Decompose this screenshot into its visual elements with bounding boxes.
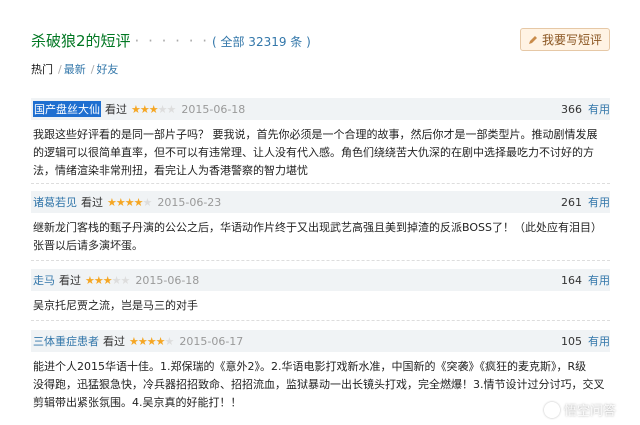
- review-line: 吴京托尼贾之流，岂是马三的对手: [33, 299, 198, 312]
- review-line: 能进个人2015华语十佳。1.郑保瑞的《意外2》。2.华语电影打戏新水准，中国新…: [33, 360, 587, 373]
- review-text: 能进个人2015华语十佳。1.郑保瑞的《意外2》。2.华语电影打戏新水准，中国新…: [31, 352, 610, 412]
- star-empty-icon: ★: [111, 273, 122, 287]
- title-dots: · · · · · ·: [134, 32, 209, 50]
- star-empty-icon: ★: [157, 102, 168, 116]
- useful-button[interactable]: 有用: [588, 194, 610, 210]
- star-filled-icon: ★: [115, 195, 126, 209]
- star-filled-icon: ★: [133, 195, 144, 209]
- review-seen-label: 看过: [81, 196, 103, 209]
- review-text: 我跟这些好评看的是同一部片子吗？ 要我说，首先你必须是一个合理的故事，然后你才是…: [31, 120, 610, 180]
- rating-stars: ★★★★★: [129, 334, 175, 348]
- review-line: 继新龙门客栈的甄子丹演的公公之后，华语动作片终于又出现武艺高强且美到掉渣的反派B…: [33, 221, 602, 234]
- review-date: 2015-06-23: [157, 195, 222, 209]
- star-empty-icon: ★: [166, 102, 177, 116]
- tab-friends[interactable]: 好友: [96, 63, 118, 76]
- star-empty-icon: ★: [120, 273, 131, 287]
- review-header: 三体重症患者 看过 ★★★★★ 2015-06-17 105 有用: [31, 330, 610, 352]
- useful-vote: 366 有用: [561, 101, 610, 117]
- title-text[interactable]: 杀破狼2的短评: [31, 32, 131, 50]
- reviews-header: 杀破狼2的短评 · · · · · ·( 全部 32319 条 ) 我要写短评: [31, 26, 610, 56]
- divider: [31, 320, 610, 321]
- review-line: 的逻辑可以很简单直率，但不可以有违常理、让人没有代入感。角色们绕绕苦大仇深的在剧…: [33, 146, 594, 159]
- review-line: 剪辑带出紧张氛围。4.吴京真的好能打！！: [33, 396, 242, 409]
- review-header: 诸葛若见 看过 ★★★★★ 2015-06-23 261 有用: [31, 191, 610, 213]
- watermark: 悟空问答: [543, 400, 616, 419]
- star-filled-icon: ★: [124, 195, 135, 209]
- sort-tabs: 热门 / 最新 / 好友: [31, 61, 120, 77]
- review-seen-label: 看过: [103, 335, 125, 348]
- section-title: 杀破狼2的短评 · · · · · ·( 全部 32319 条 ): [31, 30, 311, 51]
- useful-vote: 105 有用: [561, 333, 610, 349]
- review-line: 法，情绪渲染非常刑扭，看完让人为香港警察的智力堪忧: [33, 164, 308, 177]
- review-line: 我跟这些好评看的是同一部片子吗？ 要我说，首先你必须是一个合理的故事，然后你才是…: [33, 128, 598, 141]
- review-author[interactable]: 三体重症患者: [33, 333, 99, 349]
- divider: [31, 260, 610, 261]
- useful-count: 261: [561, 195, 582, 209]
- rating-stars: ★★★★★: [107, 195, 153, 209]
- review-item: 走马 看过 ★★★★★ 2015-06-18 164 有用 吴京托尼贾之流，岂是…: [31, 269, 610, 315]
- star-filled-icon: ★: [107, 195, 117, 209]
- watermark-logo-icon: [543, 401, 560, 418]
- tab-separator: /: [90, 63, 95, 76]
- review-author[interactable]: 走马: [33, 272, 55, 288]
- star-filled-icon: ★: [146, 334, 157, 348]
- star-filled-icon: ★: [93, 273, 104, 287]
- review-text: 吴京托尼贾之流，岂是马三的对手: [31, 291, 610, 315]
- review-date: 2015-06-18: [135, 273, 200, 287]
- review-item: 诸葛若见 看过 ★★★★★ 2015-06-23 261 有用 继新龙门客栈的甄…: [31, 191, 610, 255]
- star-filled-icon: ★: [155, 334, 166, 348]
- useful-vote: 261 有用: [561, 194, 610, 210]
- useful-button[interactable]: 有用: [588, 272, 610, 288]
- star-filled-icon: ★: [85, 273, 95, 287]
- star-filled-icon: ★: [131, 102, 141, 116]
- review-date: 2015-06-18: [181, 102, 246, 116]
- review-author[interactable]: 国产盘丝大仙: [33, 101, 101, 117]
- useful-vote: 164 有用: [561, 272, 610, 288]
- useful-button[interactable]: 有用: [588, 101, 610, 117]
- divider: [31, 183, 610, 184]
- star-filled-icon: ★: [102, 273, 113, 287]
- rating-stars: ★★★★★: [131, 102, 177, 116]
- review-seen-label: 看过: [59, 274, 81, 287]
- review-text: 继新龙门客栈的甄子丹演的公公之后，华语动作片终于又出现武艺高强且美到掉渣的反派B…: [31, 213, 610, 255]
- useful-button[interactable]: 有用: [588, 333, 610, 349]
- review-seen-label: 看过: [105, 103, 127, 116]
- review-item: 国产盘丝大仙 看过 ★★★★★ 2015-06-18 366 有用 我跟这些好评…: [31, 98, 610, 180]
- review-date: 2015-06-17: [179, 334, 244, 348]
- write-review-button[interactable]: 我要写短评: [520, 28, 610, 51]
- review-header: 国产盘丝大仙 看过 ★★★★★ 2015-06-18 366 有用: [31, 98, 610, 120]
- review-line: 没得跑，迅猛狠急快，冷兵器招招致命、招招流血，监狱暴动一出长镜头打戏，完全燃爆！…: [33, 378, 605, 391]
- star-empty-icon: ★: [142, 195, 153, 209]
- star-filled-icon: ★: [148, 102, 159, 116]
- star-empty-icon: ★: [164, 334, 175, 348]
- pencil-icon: [528, 35, 537, 44]
- review-line: 张晋以后请多演坏蛋。: [33, 239, 143, 252]
- useful-count: 366: [561, 102, 582, 116]
- tab-hot[interactable]: 热门: [31, 63, 53, 76]
- tab-separator: /: [58, 63, 62, 76]
- review-author[interactable]: 诸葛若见: [33, 194, 77, 210]
- write-review-label: 我要写短评: [541, 33, 602, 47]
- star-filled-icon: ★: [129, 334, 139, 348]
- tab-latest[interactable]: 最新: [64, 63, 86, 76]
- review-item: 三体重症患者 看过 ★★★★★ 2015-06-17 105 有用 能进个人20…: [31, 330, 610, 412]
- useful-count: 105: [561, 334, 582, 348]
- star-filled-icon: ★: [139, 102, 150, 116]
- rating-stars: ★★★★★: [85, 273, 131, 287]
- review-header: 走马 看过 ★★★★★ 2015-06-18 164 有用: [31, 269, 610, 291]
- all-count-link[interactable]: ( 全部 32319 条 ): [212, 35, 311, 49]
- star-filled-icon: ★: [137, 334, 148, 348]
- useful-count: 164: [561, 273, 582, 287]
- watermark-text: 悟空问答: [563, 404, 616, 419]
